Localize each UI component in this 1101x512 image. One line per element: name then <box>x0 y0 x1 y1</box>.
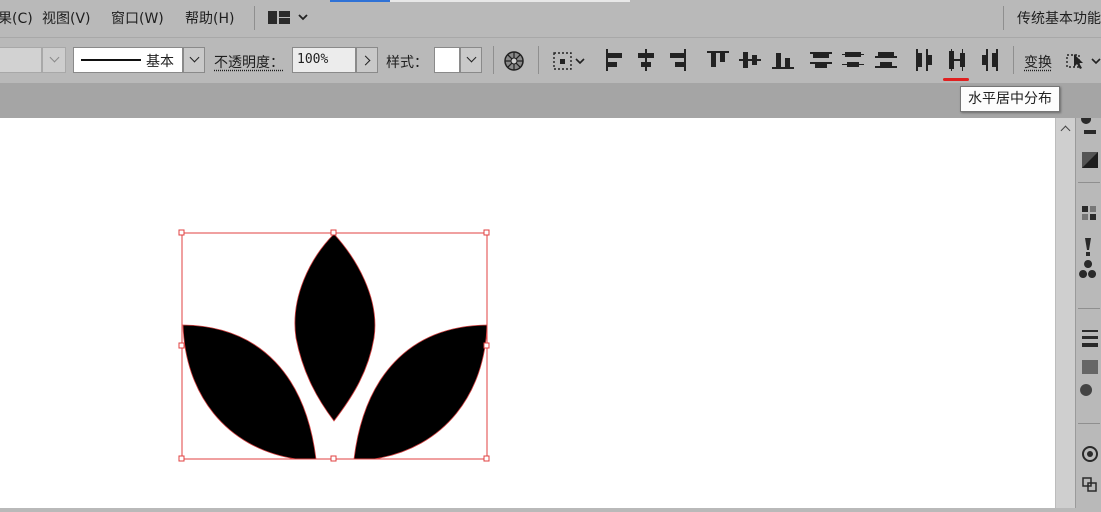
left-petal <box>182 324 317 460</box>
swatches-icon <box>1082 206 1088 212</box>
menu-window[interactable]: 窗口(W) <box>111 8 164 28</box>
appearance-icon <box>1081 114 1096 134</box>
align-to-button[interactable] <box>552 50 588 72</box>
workspace-layout-icon <box>268 11 308 24</box>
panel-divider <box>1078 182 1100 183</box>
fill-dropdown-button[interactable] <box>42 47 66 73</box>
controlbar-divider <box>538 46 539 74</box>
opacity-input[interactable]: 100% <box>292 47 356 73</box>
recolor-artwork-icon <box>504 51 524 71</box>
opacity-label[interactable]: 不透明度： <box>214 52 284 72</box>
scroll-up-arrow-icon[interactable] <box>1060 125 1071 136</box>
menu-bar: 果(C) 视图(V) 窗口(W) 帮助(H) 传统基本功能 <box>0 0 1101 36</box>
control-bar: 基本 不透明度： 100% 样式： 变换 <box>0 37 1101 84</box>
artboard-canvas[interactable] <box>0 118 1055 508</box>
chevron-down-icon <box>49 52 60 63</box>
vertical-distribute-bottom-button[interactable] <box>875 49 897 71</box>
align-bottom-icon <box>772 67 794 69</box>
right-petal <box>353 324 488 460</box>
stroke-line-preview <box>81 59 141 61</box>
panel-dock-icons <box>1079 114 1098 492</box>
panel-divider <box>1078 423 1100 424</box>
vertical-distribute-center-button[interactable] <box>842 49 864 71</box>
chevron-down-icon <box>466 52 477 63</box>
stroke-profile-dropdown[interactable] <box>183 47 205 73</box>
stroke-panel-icon <box>1082 330 1098 332</box>
horizontal-align-center-button[interactable] <box>636 49 656 71</box>
center-petal <box>294 233 376 422</box>
artwork-svg <box>178 229 490 462</box>
artboards-icon <box>1082 477 1092 487</box>
controlbar-divider <box>493 46 494 74</box>
document-tab-strip <box>0 83 1101 118</box>
workspace-name[interactable]: 传统基本功能 <box>1017 8 1101 28</box>
fill-swatch-field[interactable] <box>0 47 42 73</box>
brushes-icon <box>1085 238 1091 256</box>
panel-dock <box>1075 114 1101 508</box>
graphic-style-dropdown[interactable] <box>460 47 482 73</box>
stroke-profile-field[interactable]: 基本 <box>73 47 183 73</box>
panel-divider <box>1078 308 1100 309</box>
menu-effect[interactable]: 果(C) <box>0 8 33 28</box>
gradient-icon <box>1082 360 1098 374</box>
stroke-style-label: 基本 <box>146 54 174 70</box>
workspace-divider <box>1003 6 1004 30</box>
select-similar-icon <box>1066 54 1101 69</box>
controlbar-divider <box>1013 46 1014 74</box>
horizontal-align-left-button[interactable] <box>604 49 624 71</box>
vertical-scrollbar[interactable] <box>1055 118 1075 508</box>
horizontal-align-right-button[interactable] <box>668 49 688 71</box>
align-right-icon <box>684 49 686 71</box>
active-tab-indicator <box>330 0 390 2</box>
chevron-down-icon <box>189 52 200 63</box>
isolate-select-button[interactable] <box>1066 50 1101 72</box>
tooltip: 水平居中分布 <box>960 86 1060 112</box>
menu-divider <box>254 6 255 30</box>
horizontal-distribute-center-button[interactable] <box>946 49 968 71</box>
menu-help[interactable]: 帮助(H) <box>185 8 234 28</box>
document-tab-highlight <box>390 0 630 2</box>
opacity-expand-button[interactable] <box>356 47 378 73</box>
vertical-align-center-button[interactable] <box>739 49 761 71</box>
style-label: 样式： <box>386 55 428 71</box>
horizontal-distribute-right-button[interactable] <box>979 49 1001 71</box>
graphic-style-swatch[interactable] <box>434 47 460 73</box>
vertical-align-bottom-button[interactable] <box>772 49 794 71</box>
vertical-distribute-top-button[interactable] <box>810 49 832 71</box>
workspace-switcher-button[interactable] <box>268 9 312 27</box>
align-to-selection-icon <box>553 52 585 70</box>
chevron-right-icon <box>360 55 371 66</box>
menu-view[interactable]: 视图(V) <box>42 8 91 28</box>
recolor-artwork-button[interactable] <box>503 50 525 72</box>
hover-indicator <box>943 78 969 81</box>
symbols-icon <box>1079 260 1097 278</box>
transform-link[interactable]: 变换 <box>1024 52 1052 72</box>
vertical-align-top-button[interactable] <box>707 49 729 71</box>
transparency-icon <box>1080 384 1093 396</box>
horizontal-distribute-left-button[interactable] <box>913 49 935 71</box>
